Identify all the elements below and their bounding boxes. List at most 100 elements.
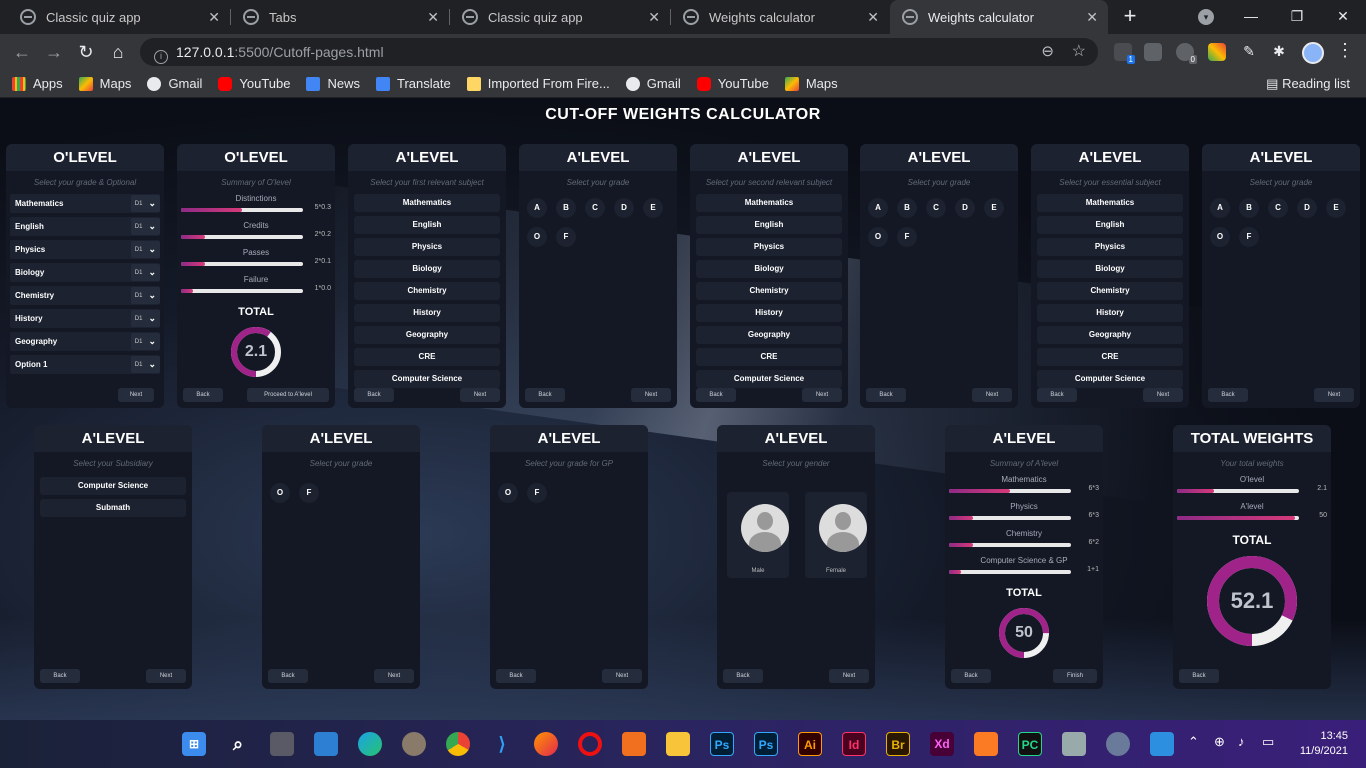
edge-icon[interactable] [358,732,382,756]
browser-tab[interactable]: Tabs ✕ [231,0,449,34]
extension-icon[interactable]: 0 [1176,43,1197,64]
grade-select[interactable]: D1 ⌄ [130,333,160,350]
bookmark-gmail[interactable]: Gmail [147,76,202,91]
xampp-icon[interactable] [974,732,998,756]
grade-option[interactable]: A [527,198,547,218]
grade-option[interactable]: F [897,227,917,247]
photoshop-icon[interactable]: Ps [754,732,778,756]
grade-option[interactable]: F [299,483,319,503]
profile-avatar[interactable] [1302,42,1324,64]
file-explorer-icon[interactable] [666,732,690,756]
back-button[interactable]: Back [951,669,991,683]
subsidiary-option[interactable]: Submath [40,499,186,517]
bookmark-news[interactable]: News [306,76,360,91]
subject-option[interactable]: English [1037,216,1183,234]
subject-option[interactable]: Geography [354,326,500,344]
menu-icon[interactable]: ⋮ [1336,40,1354,61]
next-button[interactable]: Next [802,388,842,402]
firefox-icon[interactable] [534,732,558,756]
extension-icon[interactable]: 1 [1114,43,1135,64]
next-button[interactable]: Next [146,669,186,683]
subject-option[interactable]: Chemistry [696,282,842,300]
vscode-icon[interactable]: ⟩ [490,732,514,756]
next-button[interactable]: Next [602,669,642,683]
chrome-icon[interactable] [446,732,470,756]
grade-select[interactable]: D1 ⌄ [130,241,160,258]
start-icon[interactable]: ⊞ [182,732,206,756]
back-button[interactable]: Back [40,669,80,683]
grade-option[interactable]: F [1239,227,1259,247]
subject-option[interactable]: Physics [1037,238,1183,256]
grade-option[interactable]: E [643,198,663,218]
photoshop-icon[interactable]: Ps [710,732,734,756]
grade-select[interactable]: D1 ⌄ [130,218,160,235]
subject-option[interactable]: Biology [354,260,500,278]
battery-icon[interactable]: ▭ [1262,734,1274,750]
bookmark-youtube[interactable]: YouTube [218,76,290,91]
clock[interactable]: 13:45 11/9/2021 [1296,729,1348,759]
bookmark-translate[interactable]: Translate [376,76,451,91]
grade-option[interactable]: B [897,198,917,218]
extension-icon[interactable] [1144,43,1162,61]
grade-option[interactable]: F [527,483,547,503]
grade-option[interactable]: A [868,198,888,218]
next-button[interactable]: Next [1143,388,1183,402]
pycharm-icon[interactable]: PC [1018,732,1042,756]
bookmark-folder[interactable]: Imported From Fire... [466,76,610,91]
address-bar[interactable]: i 127.0.0.1:5500/Cutoff-pages.html ⊖ ☆ [140,38,1098,66]
bookmark-apps[interactable]: Apps [12,76,63,91]
back-button[interactable]: Back [1208,388,1248,402]
grade-option[interactable]: C [926,198,946,218]
next-button[interactable]: Next [631,388,671,402]
grade-option[interactable]: O [270,483,290,503]
puzzle-icon[interactable]: ✱ [1270,43,1288,61]
grade-option[interactable]: O [1210,227,1230,247]
reading-list[interactable]: ▤ Reading list [1266,76,1350,92]
indesign-icon[interactable]: Id [842,732,866,756]
back-button[interactable]: Back [354,388,394,402]
subject-option[interactable]: Chemistry [354,282,500,300]
bookmark-maps[interactable]: Maps [78,76,131,91]
minimize-icon[interactable]: — [1228,4,1274,28]
grade-select[interactable]: D1 ⌄ [130,356,160,373]
close-tab-icon[interactable]: ✕ [648,9,660,26]
subject-option[interactable]: English [354,216,500,234]
next-button[interactable]: Next [460,388,500,402]
back-button[interactable]: Back [866,388,906,402]
subject-option[interactable]: Computer Science [354,370,500,388]
browser-tab[interactable]: Classic quiz app ✕ [8,0,230,34]
browser-tab[interactable]: Weights calculator ✕ [671,0,889,34]
subject-option[interactable]: CRE [696,348,842,366]
back-button[interactable]: Back [1037,388,1077,402]
subject-option[interactable]: History [1037,304,1183,322]
subject-option[interactable]: History [696,304,842,322]
zoom-icon[interactable]: ⊖ [1041,38,1054,66]
subsidiary-option[interactable]: Computer Science [40,477,186,495]
back-button[interactable]: Back [183,388,223,402]
subject-option[interactable]: History [354,304,500,322]
grade-option[interactable]: A [1210,198,1230,218]
grade-option[interactable]: O [527,227,547,247]
close-tab-icon[interactable]: ✕ [1086,9,1098,26]
subject-option[interactable]: Mathematics [354,194,500,212]
media-player-icon[interactable] [622,732,646,756]
close-tab-icon[interactable]: ✕ [427,9,439,26]
bookmark-youtube[interactable]: YouTube [696,76,769,91]
language-icon[interactable]: ⊕ [1214,734,1225,750]
subject-option[interactable]: Mathematics [696,194,842,212]
home-icon[interactable]: ⌂ [106,40,130,64]
back-button[interactable]: Back [1179,669,1219,683]
bridge-icon[interactable]: Br [886,732,910,756]
widgets-icon[interactable] [314,732,338,756]
grade-option[interactable]: D [1297,198,1317,218]
proceed-button[interactable]: Proceed to A'level [247,388,329,402]
back-icon[interactable]: ← [10,40,34,64]
subject-option[interactable]: Geography [1037,326,1183,344]
subject-option[interactable]: Physics [354,238,500,256]
bookmark-gmail[interactable]: Gmail [625,76,681,91]
settings-app-icon[interactable] [402,732,426,756]
back-button[interactable]: Back [723,669,763,683]
back-button[interactable]: Back [496,669,536,683]
subject-option[interactable]: CRE [354,348,500,366]
grade-option[interactable]: O [868,227,888,247]
